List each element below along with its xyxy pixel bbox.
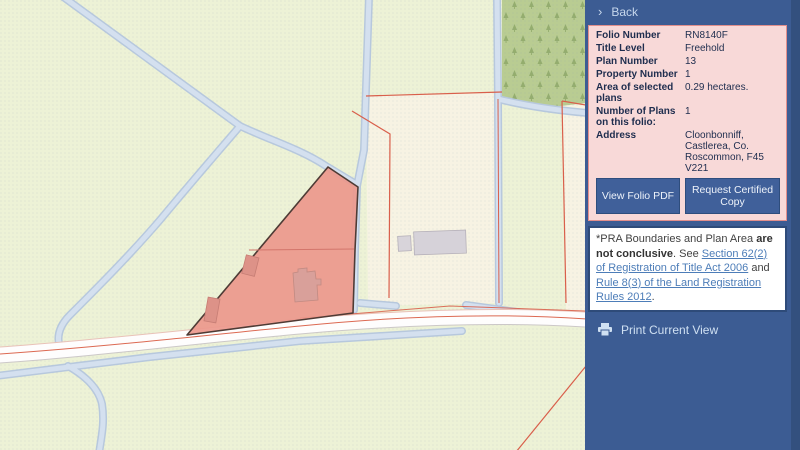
- info-row-plan-number: Plan Number 13: [596, 56, 780, 67]
- pra-disclaimer: *PRA Boundaries and Plan Area are not co…: [588, 226, 787, 312]
- print-label: Print Current View: [621, 323, 718, 337]
- disclaimer-text: *PRA Boundaries and Plan Area: [596, 233, 756, 245]
- info-row-address: Address Cloonbonniff, Castlerea, Co. Ros…: [596, 130, 780, 174]
- view-folio-pdf-button[interactable]: View Folio PDF: [596, 178, 680, 214]
- info-row-plan-count: Number of Plans on this folio: 1: [596, 106, 780, 128]
- folio-info-panel: Folio Number RN8140F Title Level Freehol…: [588, 25, 787, 221]
- back-label: Back: [611, 5, 638, 19]
- map-canvas[interactable]: [0, 0, 585, 450]
- back-button[interactable]: › Back: [585, 0, 800, 22]
- link-rule-8-3[interactable]: Rule 8(3) of the Land Registration Rules…: [596, 277, 761, 304]
- info-row-area: Area of selected plans 0.29 hectares.: [596, 82, 780, 104]
- info-row-property-number: Property Number 1: [596, 69, 780, 80]
- details-sidebar: › Back Folio Number RN8140F Title Level …: [585, 0, 800, 450]
- print-current-view-button[interactable]: Print Current View: [585, 312, 800, 348]
- printer-icon: [598, 323, 612, 336]
- sidebar-scrollbar[interactable]: [791, 0, 800, 450]
- info-row-folio-number: Folio Number RN8140F: [596, 30, 780, 41]
- land-registry-map-app: › Back Folio Number RN8140F Title Level …: [0, 0, 800, 450]
- chevron-right-icon: ›: [598, 6, 602, 18]
- request-certified-copy-button[interactable]: Request Certified Copy: [685, 178, 780, 214]
- info-row-title-level: Title Level Freehold: [596, 43, 780, 54]
